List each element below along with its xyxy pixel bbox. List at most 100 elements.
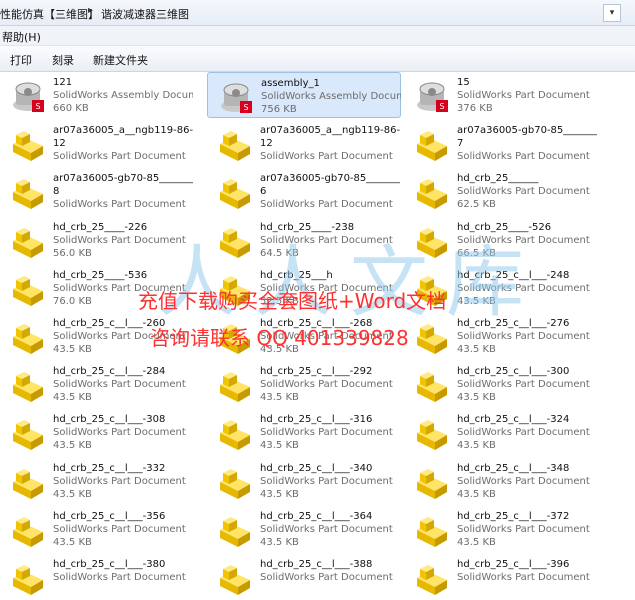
file-item[interactable]: hd_crb_25_c__l___-292 SolidWorks Part Doc… [207,361,401,407]
file-item[interactable]: ar07a36005_a__ngb119-86-a_-1 12SolidWork… [207,120,401,166]
file-type: SolidWorks Part Document [457,379,590,391]
file-type: SolidWorks Part Document [53,572,186,583]
file-size: 43.5 KB [457,488,496,500]
part-icon [10,126,46,162]
menu-help[interactable]: 帮助(H) [2,29,41,45]
assembly-icon: S [414,78,450,114]
file-name: assembly_1 [261,78,320,89]
part-icon [10,271,46,307]
file-size: 43.5 KB [260,488,299,500]
file-size: 43.5 KB [457,536,496,548]
part-icon [217,560,253,596]
file-type: SolidWorks Part Document [457,427,590,439]
file-item[interactable]: hd_crb_25_c__l___-324 SolidWorks Part Doc… [404,409,598,455]
file-type: SolidWorks Part Document [457,523,590,535]
file-item[interactable]: hd_crb_25______ SolidWorks Part Document 6… [404,168,598,214]
file-type: SolidWorks Part Document [457,186,590,198]
file-item[interactable]: hd_crb_25_c__l___-284 SolidWorks Part Doc… [0,361,194,407]
breadcrumb-parent-folder[interactable]: 性能仿真【三维图】 [0,6,99,22]
file-type: SolidWorks Assembly Docume... [261,91,401,102]
file-name: ar07a36005-gb70-85_______-16 6 [260,173,400,198]
file-name: hd_crb_25_c__l___-356 [53,510,166,522]
address-bar[interactable]: 性能仿真【三维图】 ▸ 谐波减速器三维图 ▾ [0,0,635,26]
file-size: 43.5 KB [457,392,496,404]
svg-text:S: S [243,103,248,112]
file-name: hd_crb_25______ [457,173,539,185]
file-item[interactable]: ar07a36005_a__ngb119-86-a_- 12 SolidWorks… [0,120,194,166]
file-type: SolidWorks Part Document [53,475,186,487]
file-item[interactable]: hd_crb_25_c__l___-388 SolidWorks Part Doc… [207,554,401,600]
file-type: SolidWorks Assembly Docume... [53,90,193,101]
file-item[interactable]: S 15 SolidWorks Part Document 376 KB [404,72,598,118]
file-name: ar07a36005_a__ngb119-86-a_-1 12 [260,125,400,150]
part-icon [414,174,450,210]
address-dropdown-icon[interactable]: ▾ [603,4,621,22]
part-icon [217,512,253,548]
file-item[interactable]: ar07a36005-gb70-85_______-14 8SolidWorks… [0,168,194,214]
file-type: SolidWorks Part Document [53,523,186,535]
file-item[interactable]: hd_crb_25_c__l___-372 SolidWorks Part Doc… [404,506,598,552]
file-name: ar07a36005_a__ngb119-86-a_- 12 [53,125,193,150]
part-icon [217,415,253,451]
command-toolbar: 打印 刻录 新建文件夹 [0,46,635,72]
file-name: hd_crb_25_c__l___-300 [457,366,570,378]
assembly-icon: S [10,78,46,114]
file-item[interactable]: hd_crb_25_c__l___-364 SolidWorks Part Doc… [207,506,401,552]
burn-button[interactable]: 刻录 [52,52,74,68]
part-icon [10,367,46,403]
svg-text:S: S [439,102,444,111]
file-type: SolidWorks Part Document [260,379,393,391]
file-item[interactable]: hd_crb_25_c__l___-332 SolidWorks Part Doc… [0,458,194,504]
file-type: SolidWorks Part Document [53,427,186,439]
new-folder-button[interactable]: 新建文件夹 [93,52,148,68]
file-name: hd_crb_25_c__l___-332 [53,462,166,474]
breadcrumb-separator-icon[interactable]: ▸ [88,5,93,16]
file-item[interactable]: hd_crb_25_c__l___-396 SolidWorks Part Doc… [404,554,598,600]
file-item[interactable]: S 121 SolidWorks Assembly Docume... 660 KB [0,72,194,118]
breadcrumb-current-folder[interactable]: 谐波减速器三维图 [101,6,189,22]
file-name: hd_crb_25_c__l___-364 [260,510,373,522]
file-size: 62.5 KB [457,199,496,211]
file-item[interactable]: Sassembly_1 SolidWorks Assembly Docume...… [207,72,401,118]
file-name: hd_crb_25_c__l___-324 [457,414,570,426]
file-item[interactable]: hd_crb_25_c__l___-316 SolidWorks Part Doc… [207,409,401,455]
file-size: 43.5 KB [53,440,92,452]
part-icon [10,319,46,355]
file-name: hd_crb_25_c__l___-372 [457,510,570,522]
file-type: SolidWorks Part Document [260,572,393,583]
file-item[interactable]: ar07a36005-gb70-85_______-11 7SolidWorks… [404,120,598,166]
file-type: SolidWorks Part Document [53,199,186,211]
file-type: SolidWorks Part Document [457,331,590,342]
file-size: 43.5 KB [260,440,299,452]
file-size: 376 KB [457,103,493,114]
part-icon [217,367,253,403]
part-icon [10,174,46,210]
file-item[interactable]: hd_crb_25_c__l___-356 SolidWorks Part Doc… [0,506,194,552]
file-type: SolidWorks Part Document [260,475,393,487]
file-name: hd_crb_25_c__l___-380 [53,559,166,570]
file-item[interactable]: hd_crb_25_c__l___-340 SolidWorks Part Doc… [207,458,401,504]
part-icon [414,126,450,162]
file-item[interactable]: hd_crb_25_c__l___-348 SolidWorks Part Doc… [404,458,598,504]
menu-bar: 帮助(H) [0,26,635,46]
print-button[interactable]: 打印 [10,52,32,68]
file-name: hd_crb_25_c__l___-348 [457,462,570,474]
file-size: 43.5 KB [260,536,299,548]
file-item[interactable]: hd_crb_25_c__l___-300 SolidWorks Part Doc… [404,361,598,407]
file-type: SolidWorks Part Document [260,523,393,535]
file-name: ar07a36005-gb70-85_______-14 8 [53,173,193,198]
file-name: hd_crb_25____-526 [457,221,552,233]
part-icon [217,174,253,210]
file-type: SolidWorks Part Document [457,151,590,163]
part-icon [217,126,253,162]
file-type: SolidWorks Part Document [260,151,393,163]
part-icon [217,464,253,500]
file-size: 43.5 KB [260,392,299,404]
part-icon [414,512,450,548]
file-item[interactable]: ar07a36005-gb70-85_______-16 6SolidWorks… [207,168,401,214]
file-size: 43.5 KB [457,344,496,355]
part-icon [10,560,46,596]
file-item[interactable]: hd_crb_25_c__l___-308 SolidWorks Part Doc… [0,409,194,455]
file-item[interactable]: hd_crb_25_c__l___-380 SolidWorks Part Doc… [0,554,194,600]
file-name: hd_crb_25____-226 [53,221,148,233]
